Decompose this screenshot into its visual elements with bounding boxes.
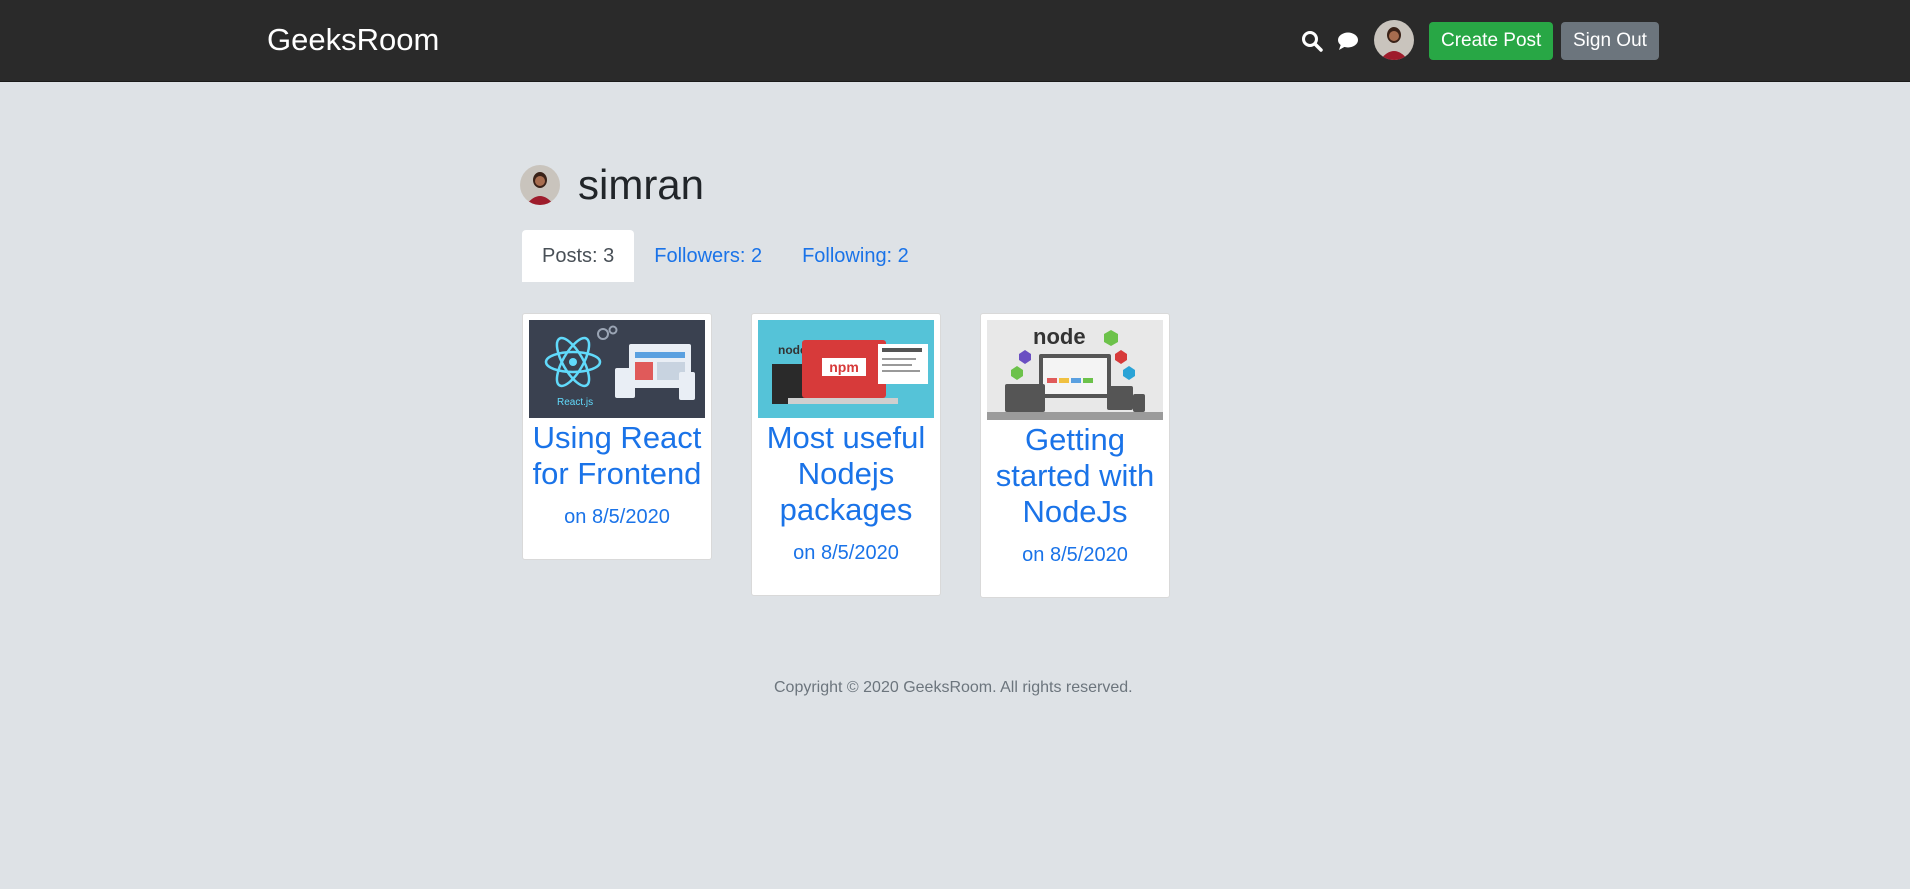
react-thumbnail-image: React.js (529, 320, 705, 418)
sign-out-button[interactable]: Sign Out (1561, 22, 1659, 60)
post-date: on 8/5/2020 (793, 542, 899, 564)
post-title-link[interactable]: Most useful Nodejs packages (752, 418, 940, 528)
profile-avatar (520, 165, 560, 205)
post-card[interactable]: node npm Most useful Nodejs packages on … (751, 313, 941, 596)
post-date: on 8/5/2020 (564, 506, 670, 528)
post-title-link[interactable]: Getting started with NodeJs (981, 420, 1169, 530)
create-post-button[interactable]: Create Post (1429, 22, 1554, 60)
svg-text:React.js: React.js (557, 397, 593, 408)
profile-tabs: Posts: 3 Followers: 2 Following: 2 (522, 230, 929, 282)
post-date: on 8/5/2020 (1022, 544, 1128, 566)
top-navbar: GeeksRoom Create Post Sign Out (0, 0, 1910, 82)
post-card[interactable]: node Getting started with NodeJs on 8/5/… (980, 313, 1170, 598)
profile-username: simran (578, 161, 705, 208)
tab-following[interactable]: Following: 2 (782, 230, 929, 282)
tab-followers[interactable]: Followers: 2 (634, 230, 782, 282)
chat-icon[interactable] (1335, 28, 1361, 54)
user-avatar[interactable] (1374, 20, 1414, 60)
post-card[interactable]: React.js Using React for Frontend on 8/5… (522, 313, 712, 560)
tab-posts[interactable]: Posts: 3 (522, 230, 635, 282)
search-icon[interactable] (1299, 28, 1325, 54)
copyright-text: Copyright © 2020 GeeksRoom. All rights r… (774, 679, 1133, 696)
svg-text:node: node (1033, 324, 1086, 349)
nodejs-thumbnail-image: node (987, 320, 1163, 420)
brand-logo-link[interactable]: GeeksRoom (267, 22, 439, 58)
post-title-link[interactable]: Using React for Frontend (523, 418, 711, 492)
svg-text:npm: npm (829, 359, 859, 375)
npm-thumbnail-image: node npm (758, 320, 934, 418)
